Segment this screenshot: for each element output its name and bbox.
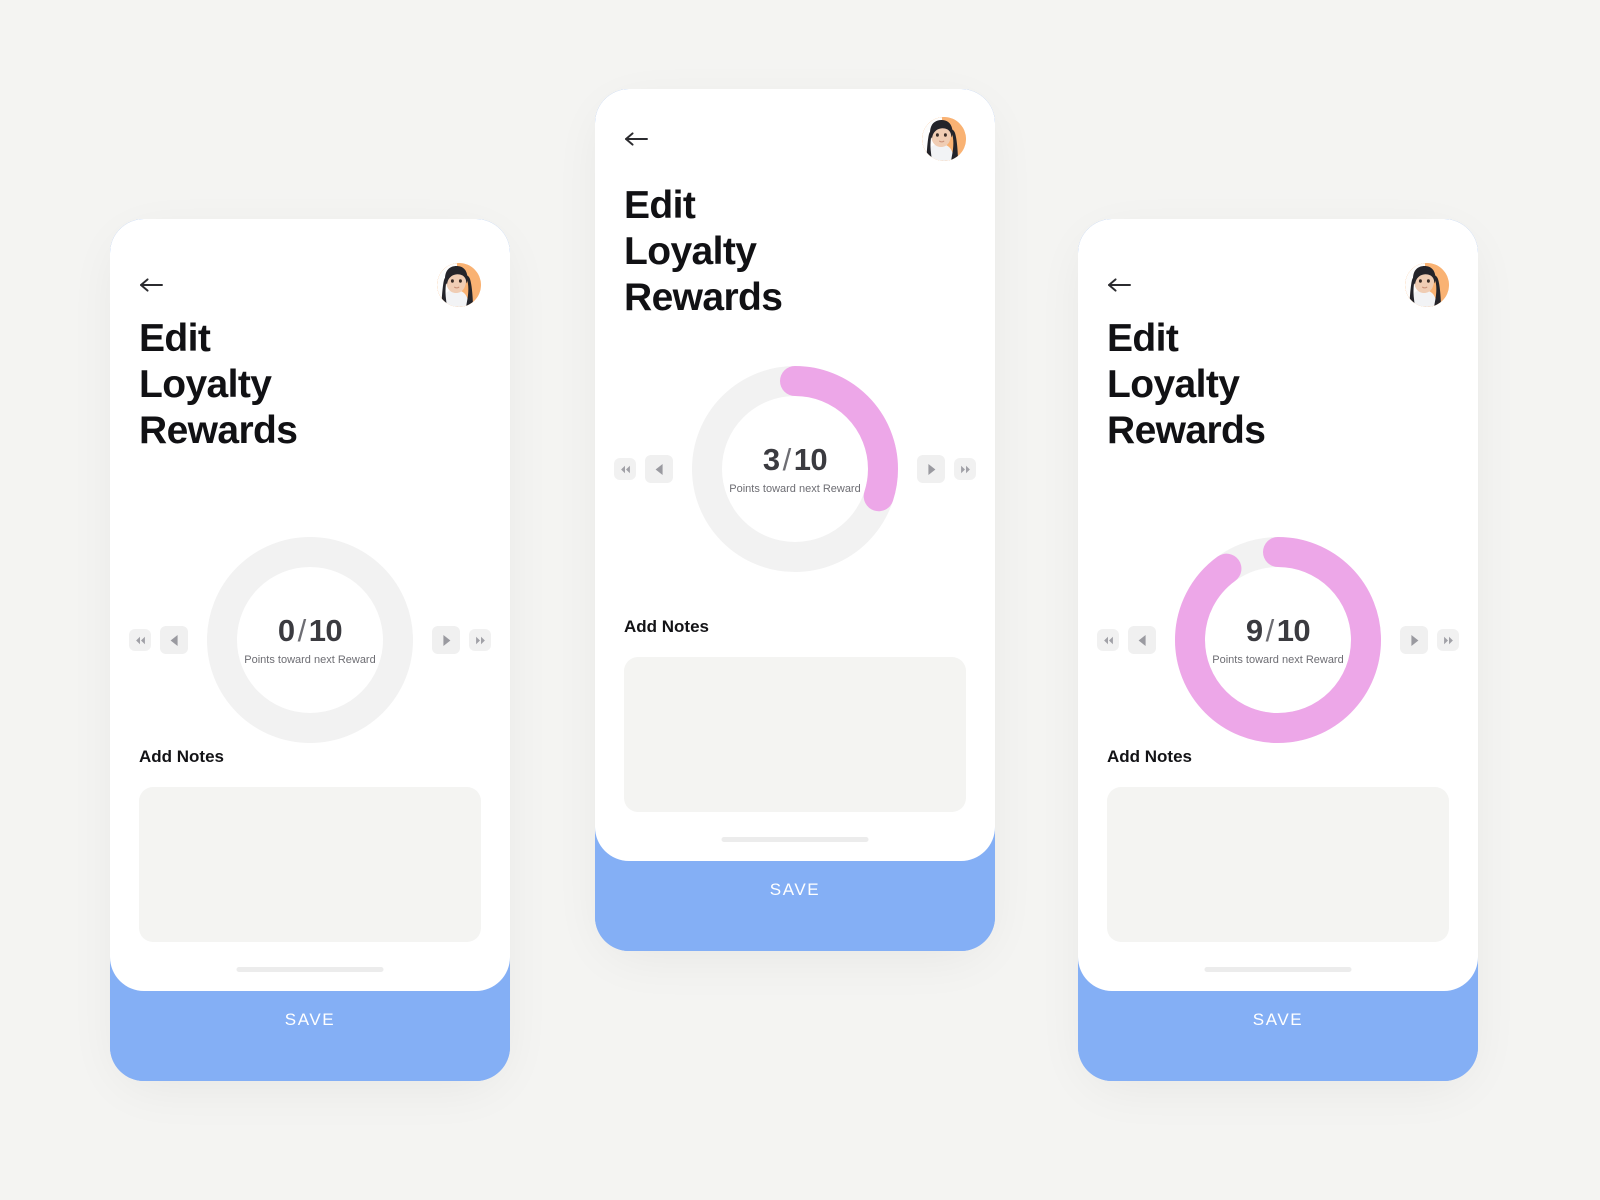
save-button-label: SAVE	[769, 880, 821, 899]
points-stepper: 0/10 Points toward next Reward	[110, 537, 510, 743]
points-caption: Points toward next Reward	[244, 653, 376, 666]
app-screen: Edit Loyalty Rewards	[1078, 219, 1478, 991]
first-button[interactable]	[614, 458, 636, 480]
points-stepper: 9/10 Points toward next Reward	[1078, 537, 1478, 743]
app-screen: Edit Loyalty Rewards	[110, 219, 510, 991]
back-button[interactable]	[139, 270, 169, 300]
phone-body: SAVE	[595, 89, 995, 951]
notes-label: Add Notes	[624, 617, 709, 636]
points-separator: /	[297, 612, 307, 648]
points-current: 0	[277, 612, 295, 648]
back-button[interactable]	[1107, 270, 1137, 300]
points-value: 0/10	[244, 615, 375, 646]
screen-header	[1078, 263, 1478, 307]
next-button[interactable]	[917, 455, 945, 483]
home-indicator	[236, 967, 384, 972]
previous-button[interactable]	[645, 455, 673, 483]
avatar[interactable]	[1405, 263, 1449, 307]
points-value: 9/10	[1212, 615, 1343, 646]
next-button[interactable]	[432, 626, 460, 654]
notes-input[interactable]	[1107, 787, 1449, 942]
app-screen: Edit Loyalty Rewards	[595, 89, 995, 861]
progress-ring-center: 3/10 Points toward next Reward	[729, 444, 860, 495]
phone-body: SAVE	[110, 219, 510, 1081]
progress-ring: 9/10 Points toward next Reward	[1175, 537, 1381, 743]
notes-label: Add Notes	[139, 747, 224, 766]
last-button[interactable]	[954, 458, 976, 480]
phone-mockup-state-nine: SAVE Edit Loyalty Rewards 9/10 Points to…	[1078, 219, 1478, 1087]
page-title: Edit Loyalty Rewards	[139, 317, 298, 453]
home-indicator	[1204, 967, 1352, 972]
back-button[interactable]	[624, 124, 654, 154]
points-separator: /	[1265, 612, 1275, 648]
previous-button[interactable]	[1128, 626, 1156, 654]
previous-button[interactable]	[160, 626, 188, 654]
progress-ring-center: 0/10 Points toward next Reward	[244, 615, 375, 666]
last-button[interactable]	[469, 629, 491, 651]
last-button[interactable]	[1437, 629, 1459, 651]
home-indicator	[721, 837, 869, 842]
first-button[interactable]	[1097, 629, 1119, 651]
page-title: Edit Loyalty Rewards	[624, 184, 783, 320]
points-current: 3	[762, 441, 780, 477]
points-max: 10	[308, 612, 343, 648]
points-current: 9	[1245, 612, 1263, 648]
first-button[interactable]	[129, 629, 151, 651]
notes-label: Add Notes	[1107, 747, 1192, 766]
points-value: 3/10	[729, 444, 860, 475]
notes-input[interactable]	[624, 657, 966, 812]
progress-ring-center: 9/10 Points toward next Reward	[1212, 615, 1343, 666]
points-caption: Points toward next Reward	[1212, 653, 1344, 666]
phone-mockup-state-zero: SAVE Edit Loyalty Rewards 0/10 Points to…	[110, 219, 510, 1087]
points-stepper: 3/10 Points toward next Reward	[595, 366, 995, 572]
save-button-label: SAVE	[284, 1010, 336, 1029]
points-max: 10	[1276, 612, 1311, 648]
avatar[interactable]	[437, 263, 481, 307]
progress-ring: 0/10 Points toward next Reward	[207, 537, 413, 743]
screen-header	[595, 117, 995, 161]
page-title: Edit Loyalty Rewards	[1107, 317, 1266, 453]
screen-header	[110, 263, 510, 307]
points-caption: Points toward next Reward	[729, 482, 861, 495]
points-separator: /	[782, 441, 792, 477]
notes-input[interactable]	[139, 787, 481, 942]
phone-body: SAVE	[1078, 219, 1478, 1081]
avatar[interactable]	[922, 117, 966, 161]
save-button-label: SAVE	[1252, 1010, 1304, 1029]
phone-mockup-state-three: SAVE Edit Loyalty Rewards 3/10 Points to…	[595, 89, 995, 957]
points-max: 10	[793, 441, 828, 477]
progress-ring: 3/10 Points toward next Reward	[692, 366, 898, 572]
mockup-stage: SAVE Edit Loyalty Rewards 0/10 Points to…	[0, 0, 1600, 1200]
next-button[interactable]	[1400, 626, 1428, 654]
